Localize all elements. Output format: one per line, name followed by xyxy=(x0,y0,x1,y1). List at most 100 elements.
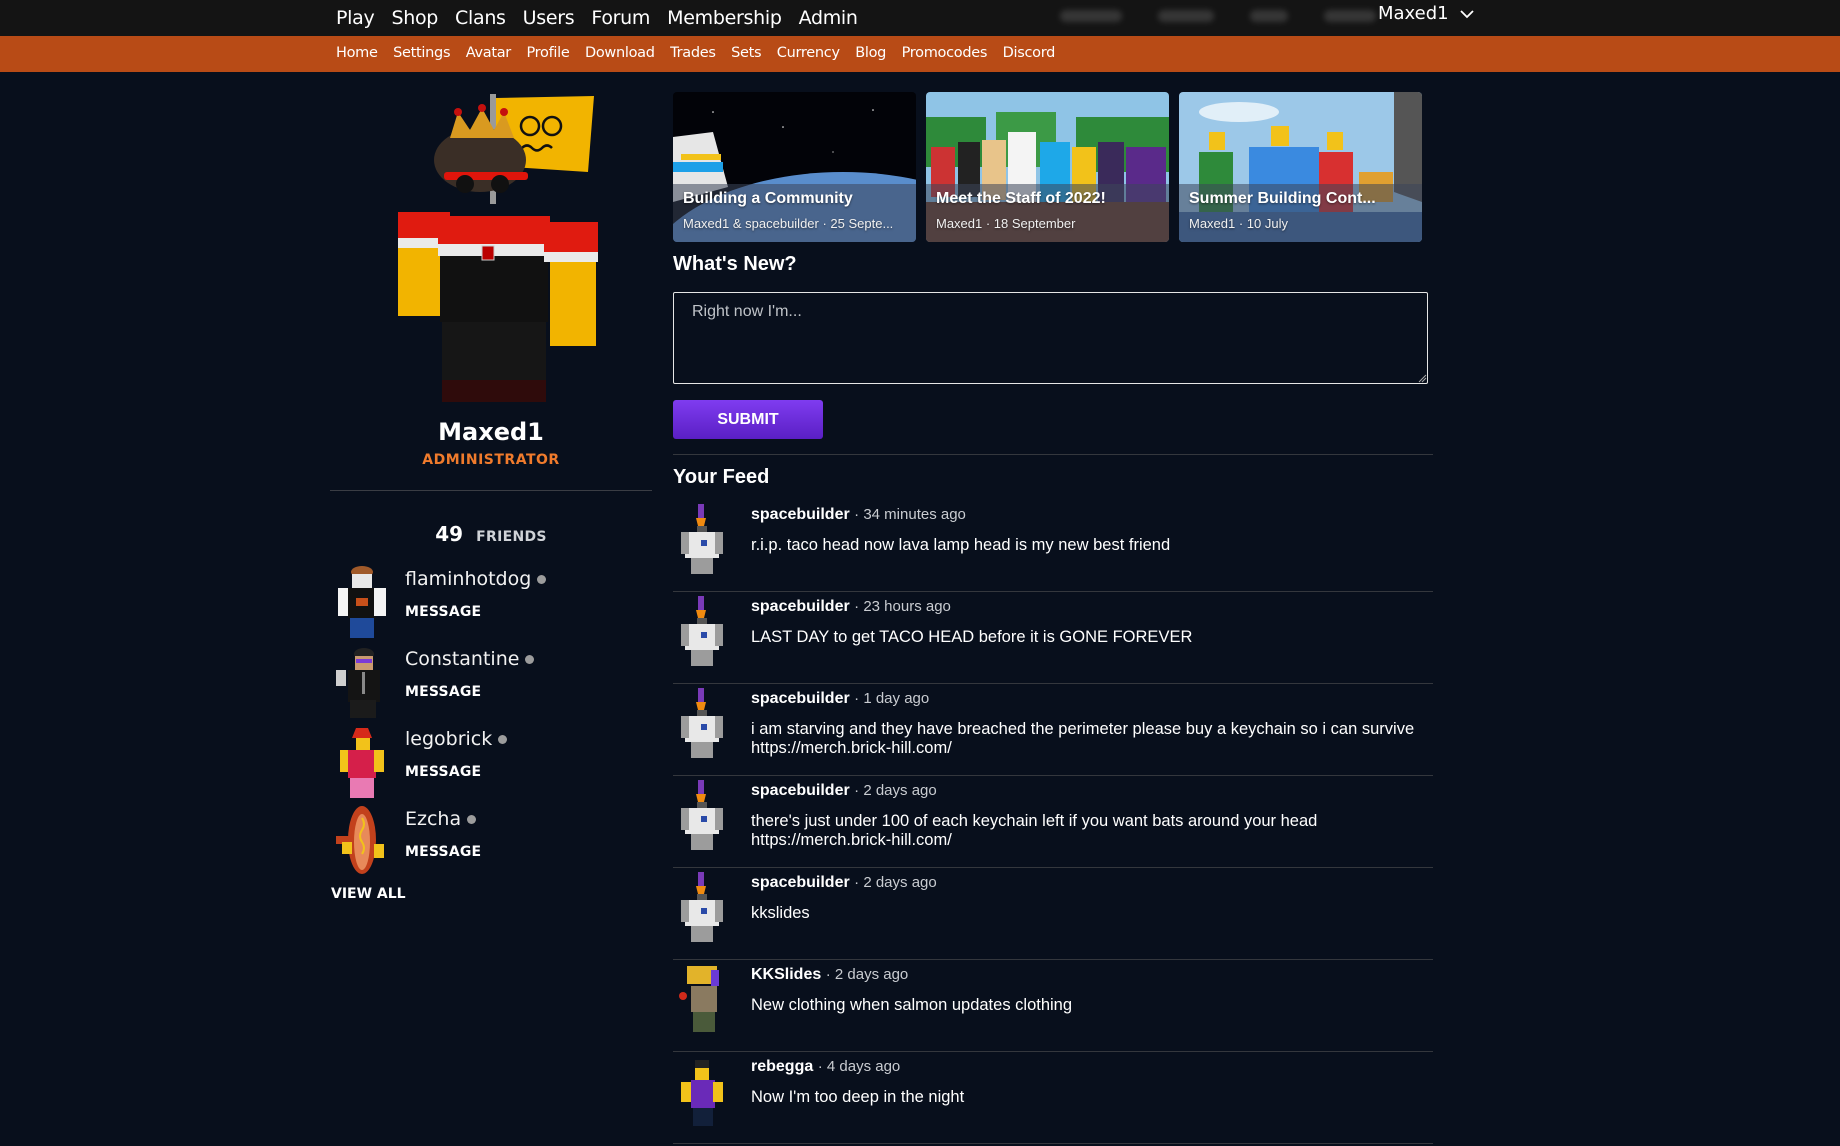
subnav-download[interactable]: Download xyxy=(585,45,655,61)
secondary-nav: Home Settings Avatar Profile Download Tr… xyxy=(336,36,1071,70)
feed-item-header: rebegga · 4 days ago xyxy=(751,1058,900,1076)
feed-timestamp: 4 days ago xyxy=(826,1058,901,1075)
feed-message: LAST DAY to get TACO HEAD before it is G… xyxy=(751,628,1193,646)
feed-separator: · xyxy=(854,690,864,707)
subnav-trades[interactable]: Trades xyxy=(670,45,716,61)
blog-card-title: Building a Community xyxy=(683,190,853,207)
feed-separator: · xyxy=(854,506,864,523)
sidebar-divider xyxy=(330,490,652,491)
blog-cards: Building a Community Maxed1 & spacebuild… xyxy=(673,92,1422,242)
friend-avatar[interactable] xyxy=(334,804,390,878)
offline-status-dot xyxy=(467,814,477,824)
feed-item: spacebuilder · 2 days ago kkslides xyxy=(673,868,1433,960)
friend-avatar[interactable] xyxy=(334,564,390,638)
feed-item-header: spacebuilder · 23 hours ago xyxy=(751,598,951,616)
feed-separator: · xyxy=(854,598,864,615)
blog-card-meta: Maxed1 · 10 July xyxy=(1189,216,1288,231)
subnav-home[interactable]: Home xyxy=(336,45,378,61)
subnav-settings[interactable]: Settings xyxy=(393,45,450,61)
user-menu-dropdown[interactable]: Maxed1 xyxy=(1378,0,1475,27)
nav-clans[interactable]: Clans xyxy=(455,7,506,29)
feed-separator: · xyxy=(854,782,864,799)
friend-avatar[interactable] xyxy=(334,724,390,798)
subnav-discord[interactable]: Discord xyxy=(1003,45,1056,61)
friend-avatar[interactable] xyxy=(334,644,390,718)
feed-user-avatar[interactable] xyxy=(679,1056,725,1126)
status-input[interactable] xyxy=(673,292,1428,384)
feed-username[interactable]: spacebuilder xyxy=(751,690,850,707)
feed-item-header: spacebuilder · 1 day ago xyxy=(751,690,929,708)
subnav-sets[interactable]: Sets xyxy=(731,45,761,61)
subnav-currency[interactable]: Currency xyxy=(777,45,840,61)
friend-name-text: legobrick xyxy=(405,728,493,750)
friend-name[interactable]: legobrick xyxy=(405,728,508,750)
feed-username[interactable]: spacebuilder xyxy=(751,874,850,891)
feed-separator: · xyxy=(825,966,835,983)
feed-username[interactable]: rebegga xyxy=(751,1058,813,1075)
message-friend-button[interactable]: MESSAGE xyxy=(405,764,481,780)
feed-message: r.i.p. taco head now lava lamp head is m… xyxy=(751,536,1171,554)
feed-heading: Your Feed xyxy=(673,466,770,488)
nav-membership[interactable]: Membership xyxy=(667,7,782,29)
friend-name[interactable]: Constantine xyxy=(405,648,535,670)
feed-username[interactable]: spacebuilder xyxy=(751,598,850,615)
feed-message: New clothing when salmon updates clothin… xyxy=(751,996,1073,1014)
feed-user-avatar[interactable] xyxy=(679,780,725,850)
nav-forum[interactable]: Forum xyxy=(591,7,650,29)
blog-card-title: Summer Building Cont... xyxy=(1189,190,1376,207)
offline-status-dot xyxy=(537,574,547,584)
offline-status-dot xyxy=(525,654,535,664)
feed-user-avatar[interactable] xyxy=(679,872,725,942)
subnav-profile[interactable]: Profile xyxy=(526,45,569,61)
top-navbar: Play Shop Clans Users Forum Membership A… xyxy=(0,0,1840,36)
friend-name[interactable]: Ezcha xyxy=(405,808,477,830)
nav-play[interactable]: Play xyxy=(336,7,375,29)
friends-count-label: FRIENDS xyxy=(476,529,547,545)
blurred-stat xyxy=(1324,10,1376,22)
feed-item: rebegga · 4 days ago Now I'm too deep in… xyxy=(673,1052,1433,1144)
feed-item-header: spacebuilder · 2 days ago xyxy=(751,874,937,892)
subnav-promocodes[interactable]: Promocodes xyxy=(902,45,988,61)
feed-timestamp: 23 hours ago xyxy=(863,598,951,615)
nav-users[interactable]: Users xyxy=(523,7,575,29)
profile-role-badge: ADMINISTRATOR xyxy=(422,452,560,468)
view-all-friends-link[interactable]: VIEW ALL xyxy=(331,886,406,902)
feed-message: kkslides xyxy=(751,904,810,922)
nav-admin[interactable]: Admin xyxy=(799,7,858,29)
blog-card[interactable]: Summer Building Cont... Maxed1 · 10 July xyxy=(1179,92,1422,242)
feed-user-avatar[interactable] xyxy=(679,596,725,666)
message-friend-button[interactable]: MESSAGE xyxy=(405,844,481,860)
friend-name[interactable]: flaminhotdog xyxy=(405,568,547,590)
feed-item-header: spacebuilder · 34 minutes ago xyxy=(751,506,966,524)
feed-item: spacebuilder · 23 hours ago LAST DAY to … xyxy=(673,592,1433,684)
friend-list-item: flaminhotdog MESSAGE xyxy=(334,564,634,644)
blog-card-title: Meet the Staff of 2022! xyxy=(936,190,1106,207)
subnav-avatar[interactable]: Avatar xyxy=(466,45,512,61)
user-avatar-render[interactable] xyxy=(370,90,610,410)
blog-card[interactable]: Building a Community Maxed1 & spacebuild… xyxy=(673,92,916,242)
subnav-blog[interactable]: Blog xyxy=(855,45,886,61)
feed-item: spacebuilder · 1 day ago i am starving a… xyxy=(673,684,1433,776)
feed-separator: · xyxy=(854,874,864,891)
feed-user-avatar[interactable] xyxy=(679,964,725,1034)
message-friend-button[interactable]: MESSAGE xyxy=(405,684,481,700)
feed-timestamp: 34 minutes ago xyxy=(863,506,966,523)
feed-username[interactable]: KKSlides xyxy=(751,966,821,983)
feed-timestamp: 2 days ago xyxy=(863,874,937,891)
blurred-currency-stats xyxy=(1060,10,1376,26)
message-friend-button[interactable]: MESSAGE xyxy=(405,604,481,620)
friend-name-text: flaminhotdog xyxy=(405,568,532,590)
feed-username[interactable]: spacebuilder xyxy=(751,506,850,523)
feed-username[interactable]: spacebuilder xyxy=(751,782,850,799)
feed-timestamp: 2 days ago xyxy=(863,782,937,799)
nav-shop[interactable]: Shop xyxy=(391,7,438,29)
feed-user-avatar[interactable] xyxy=(679,504,725,574)
resize-grip-icon[interactable] xyxy=(1418,374,1427,383)
blog-card[interactable]: Meet the Staff of 2022! Maxed1 · 18 Sept… xyxy=(926,92,1169,242)
friend-list-item: legobrick MESSAGE xyxy=(334,724,634,804)
feed-timestamp: 1 day ago xyxy=(863,690,930,707)
feed-user-avatar[interactable] xyxy=(679,688,725,758)
friends-count[interactable]: 49 FRIENDS xyxy=(330,522,652,546)
secondary-navbar: Home Settings Avatar Profile Download Tr… xyxy=(0,36,1840,72)
submit-status-button[interactable]: SUBMIT xyxy=(673,400,823,439)
